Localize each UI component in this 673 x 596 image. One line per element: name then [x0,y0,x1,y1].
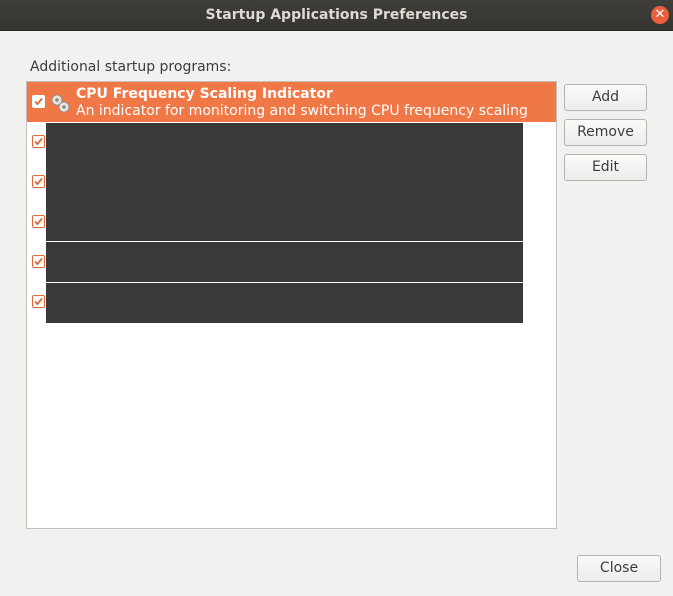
check-icon [34,137,43,146]
check-icon [34,97,43,106]
enabled-checkbox[interactable] [32,135,45,148]
check-icon [34,257,43,266]
gear-icon [51,94,70,113]
program-description: An indicator for monitoring and switchin… [76,103,528,119]
row-separator [46,282,523,283]
close-button[interactable]: Close [577,555,661,582]
list-item-cpu-frequency-indicator[interactable]: CPU Frequency Scaling Indicator An indic… [27,82,556,122]
enabled-checkbox[interactable] [32,255,45,268]
enabled-checkbox[interactable] [32,175,45,188]
check-icon [34,177,43,186]
check-icon [34,297,43,306]
edit-button[interactable]: Edit [564,154,647,181]
window-close-button[interactable]: ✕ [651,6,669,24]
enabled-checkbox[interactable] [32,215,45,228]
enabled-checkbox[interactable] [32,295,45,308]
redacted-region [46,123,523,323]
close-icon: ✕ [654,7,666,22]
program-name: CPU Frequency Scaling Indicator [76,86,333,102]
startup-programs-list[interactable]: CPU Frequency Scaling Indicator An indic… [26,81,557,529]
section-label: Additional startup programs: [30,59,232,75]
window-title: Startup Applications Preferences [205,7,468,23]
remove-button[interactable]: Remove [564,119,647,146]
title-bar: Startup Applications Preferences ✕ [0,0,673,31]
add-button[interactable]: Add [564,84,647,111]
enabled-checkbox[interactable] [32,95,45,108]
check-icon [34,217,43,226]
row-separator [46,241,523,242]
